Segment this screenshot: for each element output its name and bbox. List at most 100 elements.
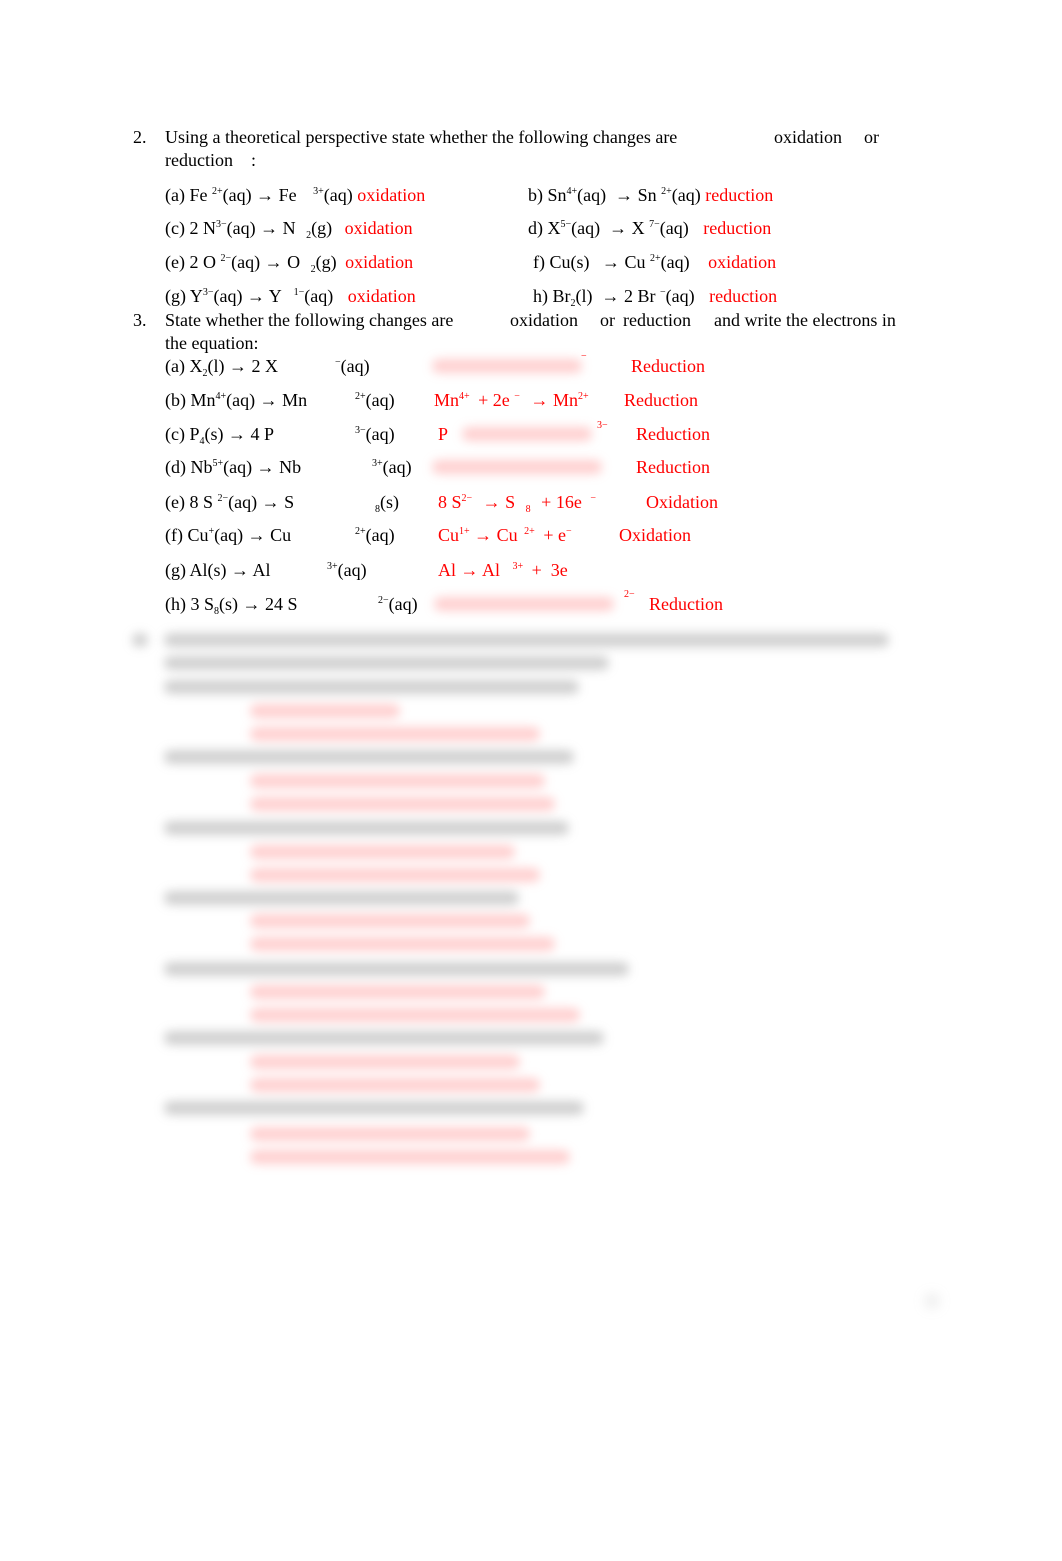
q3-item-e-state: 8(s) <box>375 493 399 515</box>
equation-state: (aq) <box>337 560 367 580</box>
equation-part: + 16e <box>541 492 582 512</box>
equation-state: (aq) <box>660 252 690 272</box>
colon: : <box>251 150 257 170</box>
q3-item-b-state: 2+(aq) <box>355 391 395 409</box>
equation-part: → Mn <box>530 390 578 410</box>
q3-item-d-state: 3+(aq) <box>372 458 412 476</box>
charge: 5− <box>560 219 572 230</box>
equation-state: (aq) <box>665 286 695 306</box>
q3-item-a-state: −(aq) <box>335 357 370 375</box>
equation-part: + 3e <box>531 560 568 580</box>
equation-label: h) Br <box>533 286 571 306</box>
q3-item-c: (c) P4(s) → 4 P <box>165 424 275 447</box>
question-prompt: Using a theoretical perspective state wh… <box>165 127 678 147</box>
question-prompt-continued: and write the electrons in <box>714 310 896 330</box>
charge: 3+ <box>372 458 383 469</box>
answer: Reduction <box>649 594 723 614</box>
charge: 2+ <box>355 526 366 537</box>
blurred-answer-line <box>250 727 540 741</box>
equation-label: (g) Y <box>165 286 203 306</box>
equation-mid: (s) → 24 S <box>219 594 298 614</box>
equation-part: → S <box>482 492 516 512</box>
equation-mid: (aq) → Mn <box>226 390 308 410</box>
charge: 2+ <box>577 391 589 402</box>
q3-item-c-state: 3−(aq) <box>355 425 395 443</box>
q3-item-h-state: 2−(aq) <box>378 595 418 613</box>
charge: 3+ <box>327 561 338 572</box>
keyword-oxidation: oxidation <box>510 310 578 330</box>
equation-label: (c) P <box>165 424 200 444</box>
answer-equation: 8 S2− → S 8 + 16e − <box>438 492 596 515</box>
question-number: 3. <box>133 310 147 330</box>
equation-state: (aq) <box>388 594 418 614</box>
charge: 4+ <box>459 391 470 402</box>
equation-state: (aq) <box>365 525 395 545</box>
answer: Reduction <box>636 424 710 444</box>
answer: oxidation <box>345 252 414 272</box>
blurred-answer-line <box>250 1127 530 1141</box>
equation-mid: (aq) → Sn <box>577 185 657 205</box>
equation-label: (d) Nb <box>165 457 213 477</box>
equation-label: (e) 2 O <box>165 252 216 272</box>
answer: reduction <box>703 218 772 238</box>
question-prompt: State whether the following changes are <box>165 310 454 330</box>
charge: 2− <box>461 493 473 504</box>
equation-mid: → Cu <box>602 252 646 272</box>
q2-item-a: (a) Fe 2+(aq) → Fe 3+(aq) oxidation <box>165 186 425 204</box>
equation-state: (aq) <box>340 356 370 376</box>
q2-item-g: (g) Y3−(aq) → Y 1−(aq) oxidation <box>165 287 416 305</box>
equation-label: d) X <box>528 218 561 238</box>
charge: 3+ <box>512 561 524 572</box>
charge: − <box>565 526 572 537</box>
charge: 4+ <box>215 391 227 402</box>
equation-mid: (aq) → S <box>228 492 295 512</box>
q2-item-c: (c) 2 N3−(aq) → N 2(g) oxidation <box>165 219 413 241</box>
blurred-answer-line <box>250 1055 520 1069</box>
blurred-answer-line <box>250 1150 570 1164</box>
charge: 2+ <box>650 253 661 264</box>
equation-label: (e) 8 S <box>165 492 213 512</box>
equation-label: (b) Mn <box>165 390 216 410</box>
charge: 2− <box>624 589 635 600</box>
blurred-answer-line <box>250 704 400 718</box>
equation-mid: (aq) → Nb <box>223 457 302 477</box>
equation-part: 8 S <box>438 492 462 512</box>
charge: − <box>590 493 596 504</box>
keyword-or: or <box>864 127 879 147</box>
blurred-answer-line <box>250 774 545 788</box>
equation-state: (aq) <box>365 390 395 410</box>
equation-mid: (aq) → X <box>571 218 645 238</box>
equation-mid: (s) → 4 P <box>204 424 275 444</box>
q2-item-f: f) Cu(s) → Cu 2+(aq) oxidation <box>533 253 776 271</box>
answer: oxidation <box>347 286 416 306</box>
equation-state: (aq) <box>304 286 334 306</box>
answer: reduction <box>709 286 778 306</box>
equation-label: b) Sn <box>528 185 567 205</box>
q3-item-a: (a) X2(l) → 2 X <box>165 356 278 379</box>
charge: − <box>581 351 587 362</box>
q3-item-g-state: 3+(aq) <box>327 561 367 579</box>
blurred-equation-line <box>164 821 569 835</box>
q2-item-b: b) Sn4+(aq) → Sn 2+(aq) reduction <box>528 186 773 204</box>
blurred-answer-line <box>250 1008 580 1022</box>
page-number-blurred <box>925 1294 939 1308</box>
answer: Reduction <box>624 390 698 410</box>
q2-item-e: (e) 2 O 2−(aq) → O 2(g) oxidation <box>165 252 414 275</box>
answer: Reduction <box>636 457 710 477</box>
charge: 5+ <box>212 458 224 469</box>
blurred-answer-equation <box>462 427 592 441</box>
equation-state: (aq) <box>323 185 353 205</box>
charge: − <box>514 391 520 402</box>
charge: 3− <box>355 425 366 436</box>
question-prompt-line2: the equation: <box>165 333 259 353</box>
q3-item-h: (h) 3 S8(s) → 24 S <box>165 594 298 617</box>
blurred-answer-line <box>250 845 515 859</box>
blurred-answer-line <box>250 1078 540 1092</box>
equation-state: (g) <box>315 252 337 272</box>
equation-label: (a) X <box>165 356 203 376</box>
q3-item-d: (d) Nb5+(aq) → Nb <box>165 458 301 476</box>
equation-label: (g) Al(s) → Al <box>165 560 271 580</box>
charge: 2+ <box>211 186 223 197</box>
q3-item-f-state: 2+(aq) <box>355 526 395 544</box>
answer-equation: Mn4+ + 2e − → Mn2+ <box>434 391 589 409</box>
